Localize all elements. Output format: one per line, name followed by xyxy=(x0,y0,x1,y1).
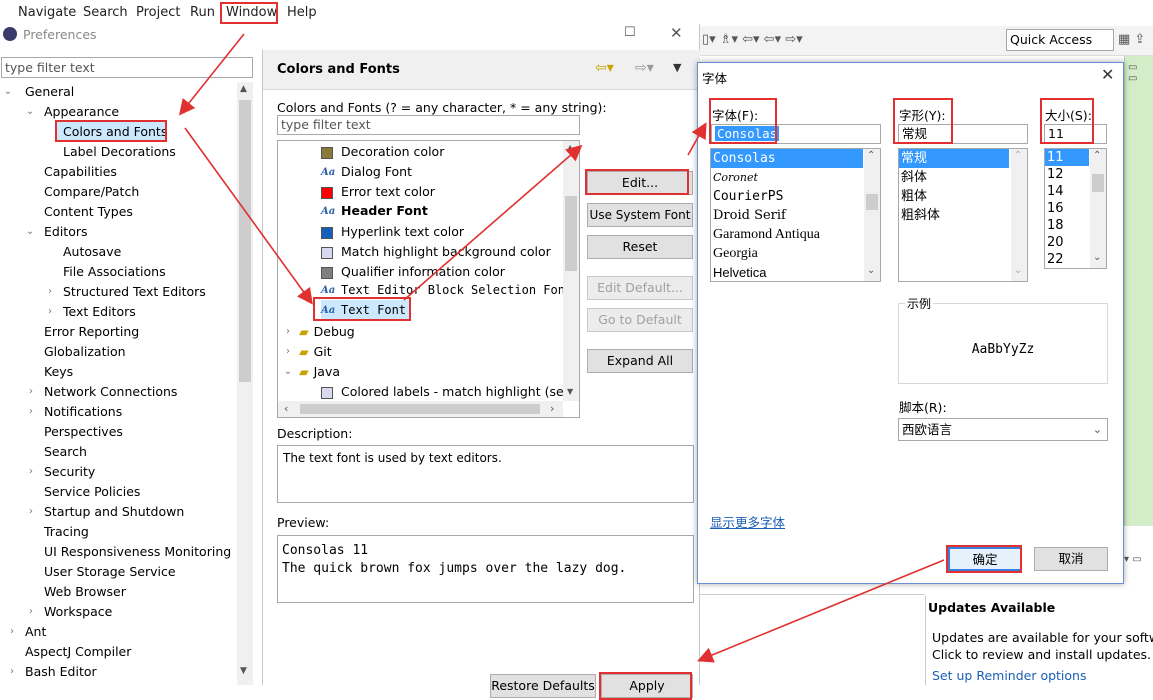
arrow-window-to-colors xyxy=(179,33,245,116)
arrow-colors-to-textfont xyxy=(184,127,313,305)
arrow-edit-to-dialog xyxy=(687,122,707,156)
arrow-textfont-to-edit xyxy=(403,144,583,301)
annotation-arrows xyxy=(179,33,945,663)
arrow-ok-to-apply xyxy=(697,559,945,663)
